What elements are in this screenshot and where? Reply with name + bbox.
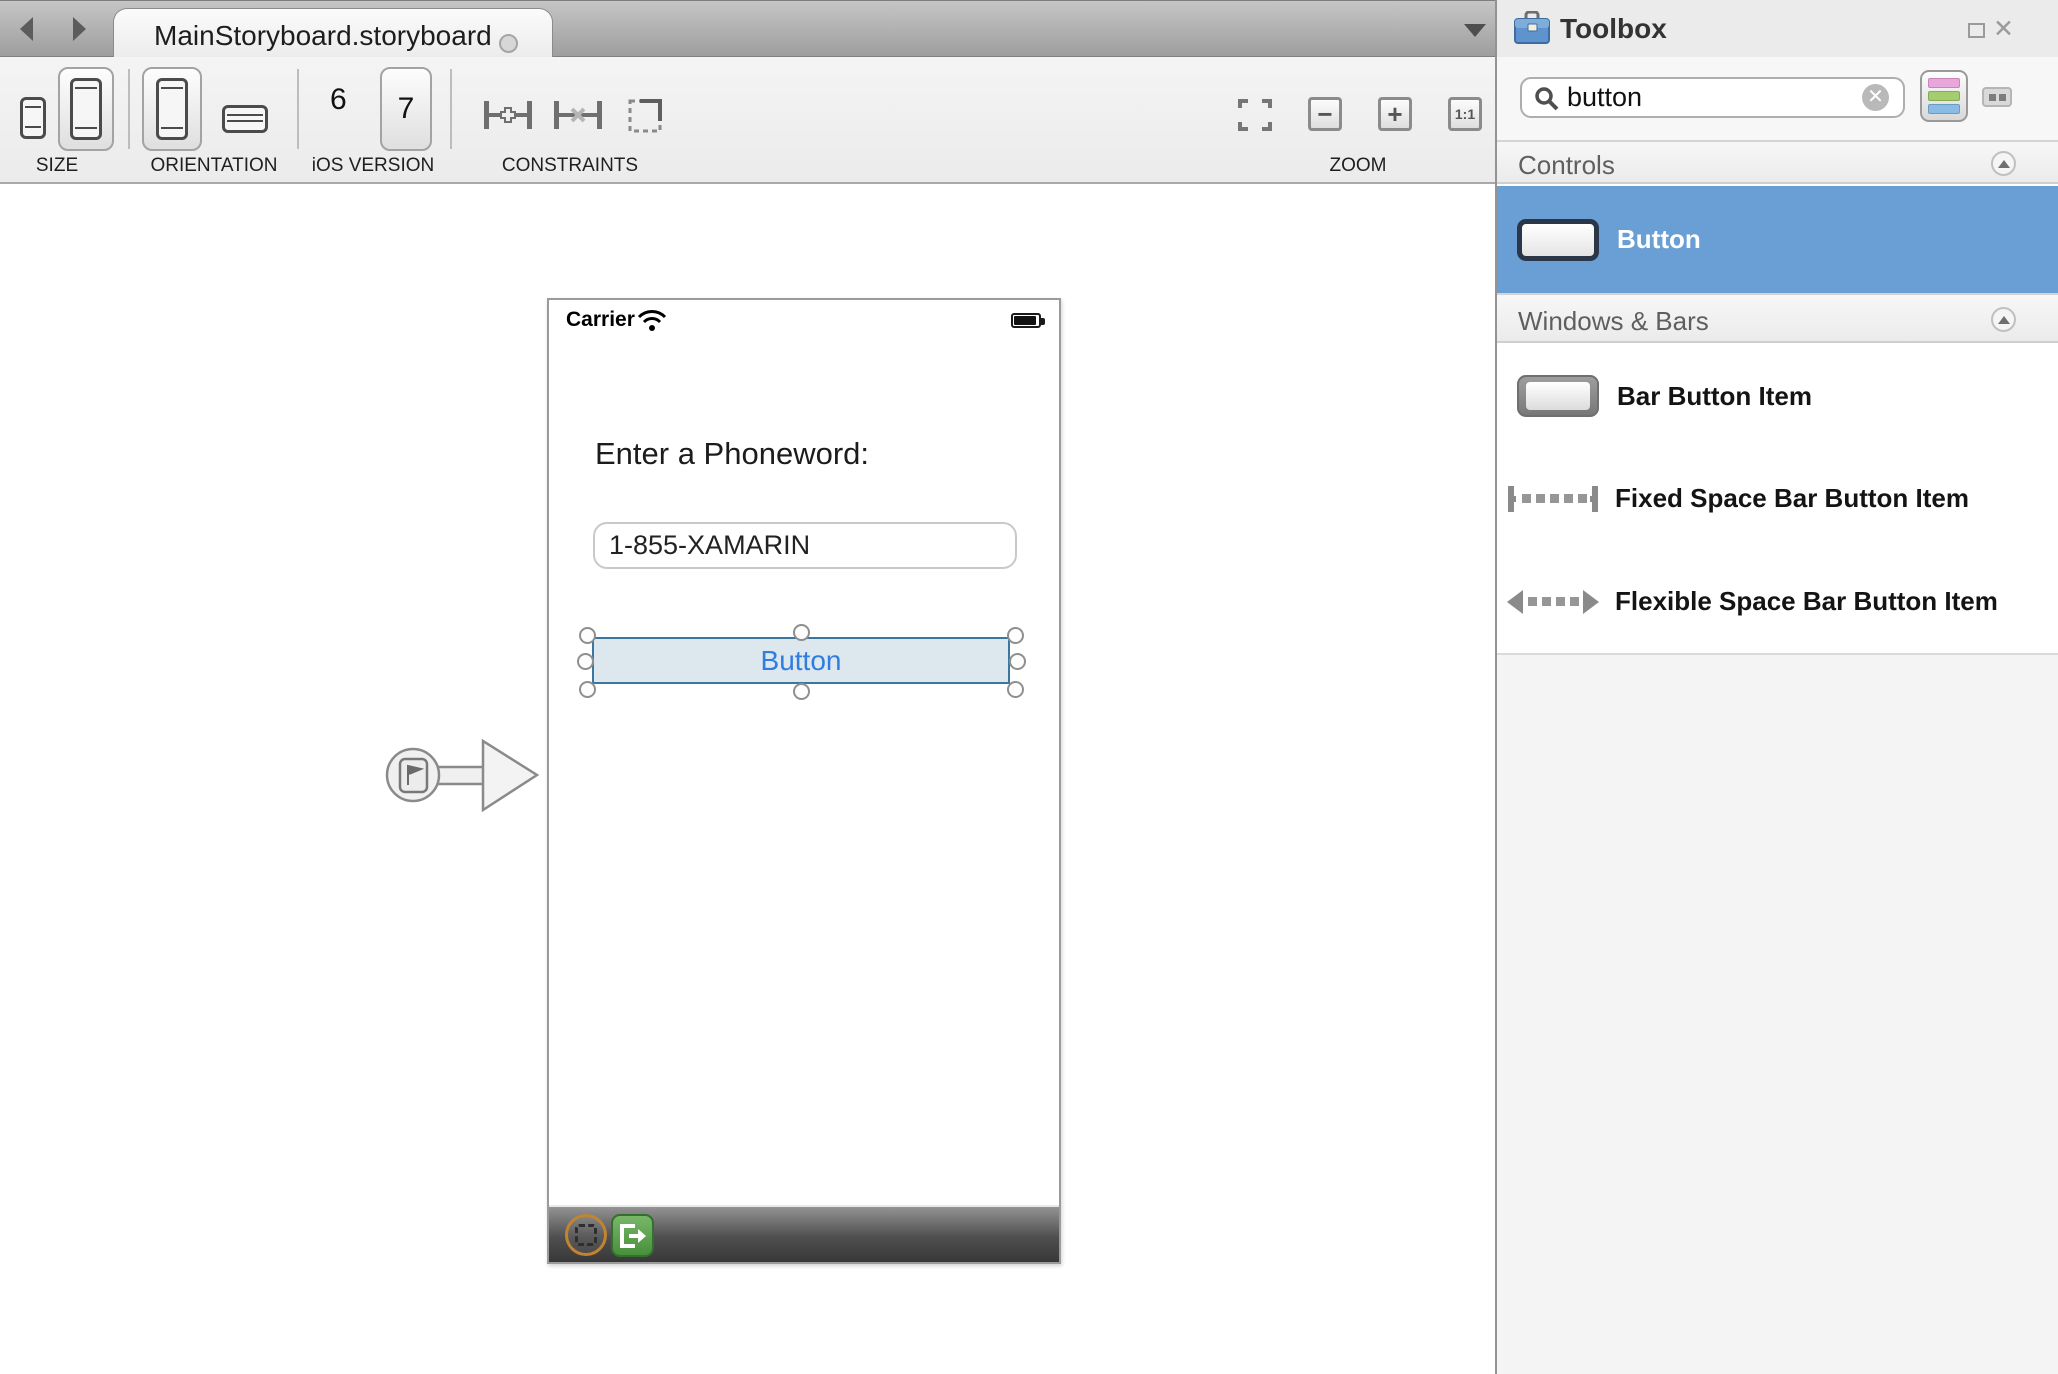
zoom-in-button[interactable]: +: [1378, 97, 1412, 131]
status-bar: Carrier: [549, 300, 1059, 340]
toolbar-separator: [450, 69, 452, 149]
constraints-group-label: CONSTRAINTS: [502, 155, 638, 177]
selection-handle-bottom-center[interactable]: [793, 683, 810, 700]
portrait-phone-icon: [156, 78, 188, 140]
orientation-group-label: ORIENTATION: [150, 155, 277, 177]
phoneword-label: Enter a Phoneword:: [595, 436, 869, 472]
ios-version-group-label: iOS VERSION: [312, 155, 434, 177]
exit-arrow-icon: [619, 1223, 647, 1249]
toolbar-separator: [297, 69, 299, 149]
add-constraint-icon[interactable]: [483, 99, 533, 131]
bar-button-item-icon: [1517, 375, 1599, 417]
toolbox-search-band: ✕: [1497, 57, 2058, 140]
button-control-icon: [1517, 219, 1599, 261]
pink-bar-icon: [1928, 78, 1960, 88]
ios-version-7-button[interactable]: 7: [380, 67, 432, 151]
collapse-section-icon[interactable]: [1991, 307, 2016, 332]
design-surface[interactable]: Carrier Enter a Phoneword: Button: [0, 184, 1495, 1374]
translate-button-control[interactable]: Button: [592, 637, 1010, 684]
toolbox-item-flexible-space[interactable]: Flexible Space Bar Button Item: [1497, 550, 2058, 653]
tab-close-dot[interactable]: [499, 34, 518, 53]
fixed-space-icon: [1505, 484, 1601, 514]
orientation-landscape-button[interactable]: [222, 105, 268, 133]
search-icon: [1534, 86, 1560, 112]
wifi-icon: [637, 309, 667, 331]
toolbox-item-label: Bar Button Item: [1617, 381, 1812, 412]
green-bar-icon: [1928, 91, 1960, 101]
toolbox-item-label: Fixed Space Bar Button Item: [1615, 483, 1969, 514]
tab-title: MainStoryboard.storyboard: [154, 20, 492, 52]
toolbox-item-bar-button-item[interactable]: Bar Button Item: [1497, 345, 2058, 447]
section-header-controls[interactable]: Controls: [1497, 140, 2058, 184]
zoom-out-button[interactable]: −: [1308, 97, 1342, 131]
search-input[interactable]: [1567, 81, 1857, 114]
selection-handle-bottom-right[interactable]: [1007, 681, 1024, 698]
forward-button[interactable]: [64, 14, 94, 44]
selection-handle-top-left[interactable]: [579, 627, 596, 644]
orientation-portrait-button[interactable]: [142, 67, 202, 151]
section-header-windows-bars[interactable]: Windows & Bars: [1497, 293, 2058, 343]
size-iphone4-button[interactable]: [58, 67, 114, 151]
compact-view-button[interactable]: [1982, 87, 2012, 107]
selection-handle-bottom-left[interactable]: [579, 681, 596, 698]
toolbox-title: Toolbox: [1560, 13, 1667, 45]
exit-segue-icon[interactable]: [611, 1214, 654, 1257]
categorized-view-button[interactable]: [1920, 70, 1968, 122]
flexible-space-icon: [1505, 587, 1601, 617]
selection-handle-mid-left[interactable]: [577, 653, 594, 670]
zoom-group-label: ZOOM: [1330, 155, 1387, 177]
clear-search-icon[interactable]: ✕: [1862, 84, 1889, 111]
viewcontroller-icon[interactable]: [565, 1214, 607, 1256]
ios-version-6-button[interactable]: 6: [330, 83, 347, 117]
close-panel-icon[interactable]: ✕: [1993, 14, 2014, 44]
forward-arrow-icon: [64, 14, 94, 44]
battery-icon: [1011, 313, 1041, 328]
tab-mainstoryboard[interactable]: MainStoryboard.storyboard: [113, 8, 553, 57]
back-arrow-icon: [12, 14, 42, 44]
dashed-square-icon: [575, 1224, 597, 1246]
section-label: Controls: [1518, 150, 1615, 181]
selection-handle-mid-right[interactable]: [1009, 653, 1026, 670]
dock-panel-icon[interactable]: [1968, 23, 1985, 38]
toolbox-item-button[interactable]: Button: [1497, 186, 2058, 293]
toolbox-item-label: Button: [1617, 224, 1701, 255]
toolbox-searchbox[interactable]: ✕: [1520, 77, 1905, 118]
toolbar-separator: [128, 69, 130, 149]
iphone-tall-icon: [70, 78, 102, 140]
zoom-actual-size-button[interactable]: 1:1: [1448, 97, 1482, 131]
blue-bar-icon: [1928, 104, 1960, 114]
zoom-fit-icon[interactable]: [1238, 99, 1272, 131]
phoneword-textfield[interactable]: [593, 522, 1017, 569]
toolbox-header: Toolbox ✕: [1497, 0, 2058, 57]
scene-bottom-bar: [549, 1205, 1059, 1262]
tab-bar: MainStoryboard.storyboard: [0, 0, 1495, 57]
designer-toolbar: SIZE ORIENTATION 6 7 iOS VERSION CONSTRA…: [0, 57, 1495, 184]
size-iphone35-button[interactable]: [20, 97, 46, 139]
back-button[interactable]: [12, 14, 42, 44]
tab-list-dropdown-icon[interactable]: [1464, 24, 1486, 37]
toolbox-icon: [1513, 11, 1551, 45]
toolbox-item-label: Flexible Space Bar Button Item: [1615, 586, 1998, 617]
remove-constraint-icon[interactable]: [553, 99, 603, 131]
toolbox-item-fixed-space[interactable]: Fixed Space Bar Button Item: [1497, 447, 2058, 550]
section-label: Windows & Bars: [1518, 306, 1709, 337]
size-group-label: SIZE: [36, 155, 78, 177]
carrier-label: Carrier: [566, 308, 635, 332]
toolbox-empty-area: [1497, 653, 2058, 1374]
storyboard-scene[interactable]: Carrier Enter a Phoneword: Button: [547, 298, 1061, 1264]
selection-handle-top-right[interactable]: [1007, 627, 1024, 644]
resolve-constraints-icon[interactable]: [626, 97, 666, 135]
selection-handle-top-center[interactable]: [793, 624, 810, 641]
collapse-section-icon[interactable]: [1991, 151, 2016, 176]
initial-viewcontroller-segue-arrow[interactable]: [383, 733, 551, 821]
toolbox-panel: Toolbox ✕ ✕ Controls Button Windows & Ba…: [1495, 0, 2058, 1374]
